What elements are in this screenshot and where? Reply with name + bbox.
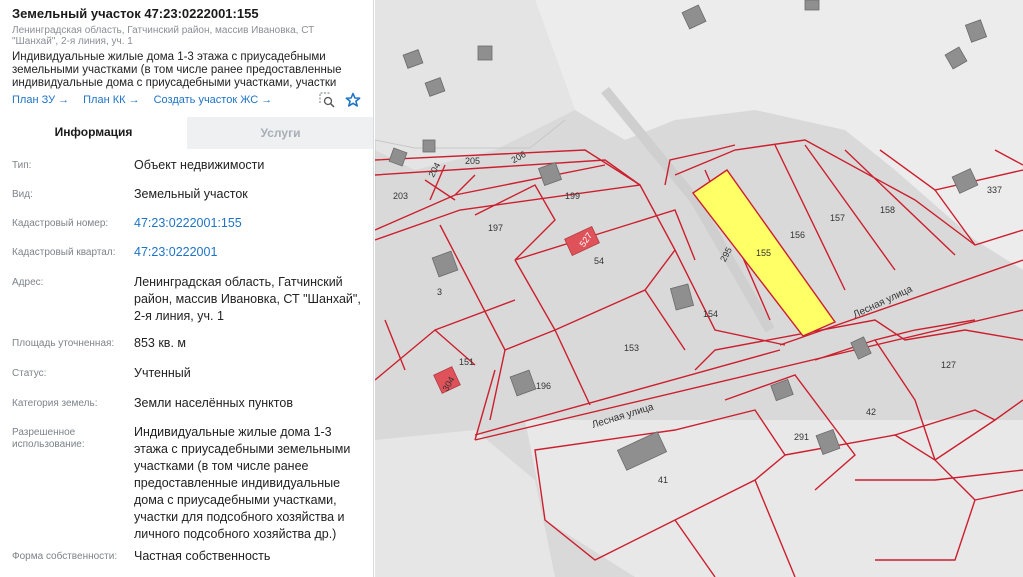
parcel-label: 41 bbox=[658, 475, 668, 485]
row-permitted-use: Разрешенное использование: Индивидуальны… bbox=[0, 424, 373, 543]
parcel-label: 197 bbox=[488, 223, 503, 233]
row-value: Частная собственность bbox=[134, 549, 271, 563]
parcel-label: 199 bbox=[565, 191, 580, 201]
cadastral-quarter-link[interactable]: 47:23:0222001 bbox=[134, 244, 364, 261]
row-label: Кадастровый квартал: bbox=[12, 247, 116, 258]
row-land-category: Категория земель: Земли населённых пункт… bbox=[0, 395, 373, 412]
parcel-label: 158 bbox=[880, 205, 895, 215]
row-value: Индивидуальные жилые дома 1-3 этажа с пр… bbox=[134, 425, 351, 541]
row-label: Площадь уточненная: bbox=[12, 338, 115, 349]
create-parcel-link[interactable]: Создать участок ЖС → bbox=[154, 94, 273, 106]
parcel-label: 205 bbox=[465, 156, 480, 166]
row-label: Статус: bbox=[12, 368, 47, 379]
row-cadastral-number: Кадастровый номер: 47:23:0222001:155 bbox=[0, 215, 373, 232]
header-description: Индивидуальные жилые дома 1-3 этажа с пр… bbox=[12, 51, 342, 89]
header-address: Ленинградская область, Гатчинский район,… bbox=[12, 25, 315, 47]
row-label: Кадастровый номер: bbox=[12, 218, 109, 229]
plan-kk-link[interactable]: План КК → bbox=[83, 94, 139, 106]
row-label: Тип: bbox=[12, 160, 32, 171]
row-ownership: Форма собственности: Частная собственнос… bbox=[0, 548, 373, 565]
cadastral-map[interactable]: 203 204 205 206 199 197 527 54 3 295 155… bbox=[375, 0, 1023, 577]
row-value: Земельный участок bbox=[134, 187, 248, 201]
parcel-label: 196 bbox=[536, 381, 551, 391]
tabs: Информация Услуги bbox=[0, 117, 373, 149]
parcel-label: 155 bbox=[756, 248, 771, 258]
row-status: Статус: Учтенный bbox=[0, 365, 373, 382]
plan-zu-link[interactable]: План ЗУ → bbox=[12, 94, 69, 106]
row-type: Тип: Объект недвижимости bbox=[0, 157, 373, 174]
row-label: Категория земель: bbox=[12, 398, 98, 409]
parcel-label: 291 bbox=[794, 432, 809, 442]
row-value: 853 кв. м bbox=[134, 336, 186, 350]
row-area: Площадь уточненная: 853 кв. м bbox=[0, 335, 373, 352]
header-links: План ЗУ → План КК → Создать участок ЖС → bbox=[12, 92, 361, 108]
row-address: Адрес: Ленинградская область, Гатчинский… bbox=[0, 274, 373, 325]
parcel-label: 42 bbox=[866, 407, 876, 417]
tab-services[interactable]: Услуги bbox=[187, 117, 373, 149]
cadastral-number-link[interactable]: 47:23:0222001:155 bbox=[134, 215, 364, 232]
parcel-label: 151 bbox=[459, 357, 474, 367]
parcel-label: 203 bbox=[393, 191, 408, 201]
info-panel: Земельный участок 47:23:0222001:155 Лени… bbox=[0, 0, 374, 577]
row-label: Форма собственности: bbox=[12, 551, 118, 562]
row-value: Земли населённых пунктов bbox=[134, 396, 293, 410]
parcel-label: 154 bbox=[703, 309, 718, 319]
page-title: Земельный участок 47:23:0222001:155 bbox=[12, 6, 259, 21]
row-value: Ленинградская область, Гатчинский район,… bbox=[134, 275, 361, 323]
parcel-label: 337 bbox=[987, 185, 1002, 195]
row-value: Учтенный bbox=[134, 366, 191, 380]
header-tools bbox=[319, 92, 361, 108]
panel-header: Земельный участок 47:23:0222001:155 Лени… bbox=[0, 0, 373, 108]
parcel-label: 127 bbox=[941, 360, 956, 370]
parcel-label: 54 bbox=[594, 256, 604, 266]
row-cadastral-quarter: Кадастровый квартал: 47:23:0222001 bbox=[0, 244, 373, 261]
star-icon[interactable] bbox=[345, 92, 361, 108]
parcel-label: 3 bbox=[437, 287, 442, 297]
parcel-label: 153 bbox=[624, 343, 639, 353]
parcel-label: 157 bbox=[830, 213, 845, 223]
search-area-icon[interactable] bbox=[319, 92, 335, 108]
row-label: Адрес: bbox=[12, 277, 44, 288]
row-kind: Вид: Земельный участок bbox=[0, 186, 373, 203]
tab-information[interactable]: Информация bbox=[0, 117, 187, 149]
row-label: Разрешенное использование: bbox=[12, 427, 85, 450]
row-label: Вид: bbox=[12, 189, 33, 200]
row-value: Объект недвижимости bbox=[134, 158, 265, 172]
parcel-label: 156 bbox=[790, 230, 805, 240]
